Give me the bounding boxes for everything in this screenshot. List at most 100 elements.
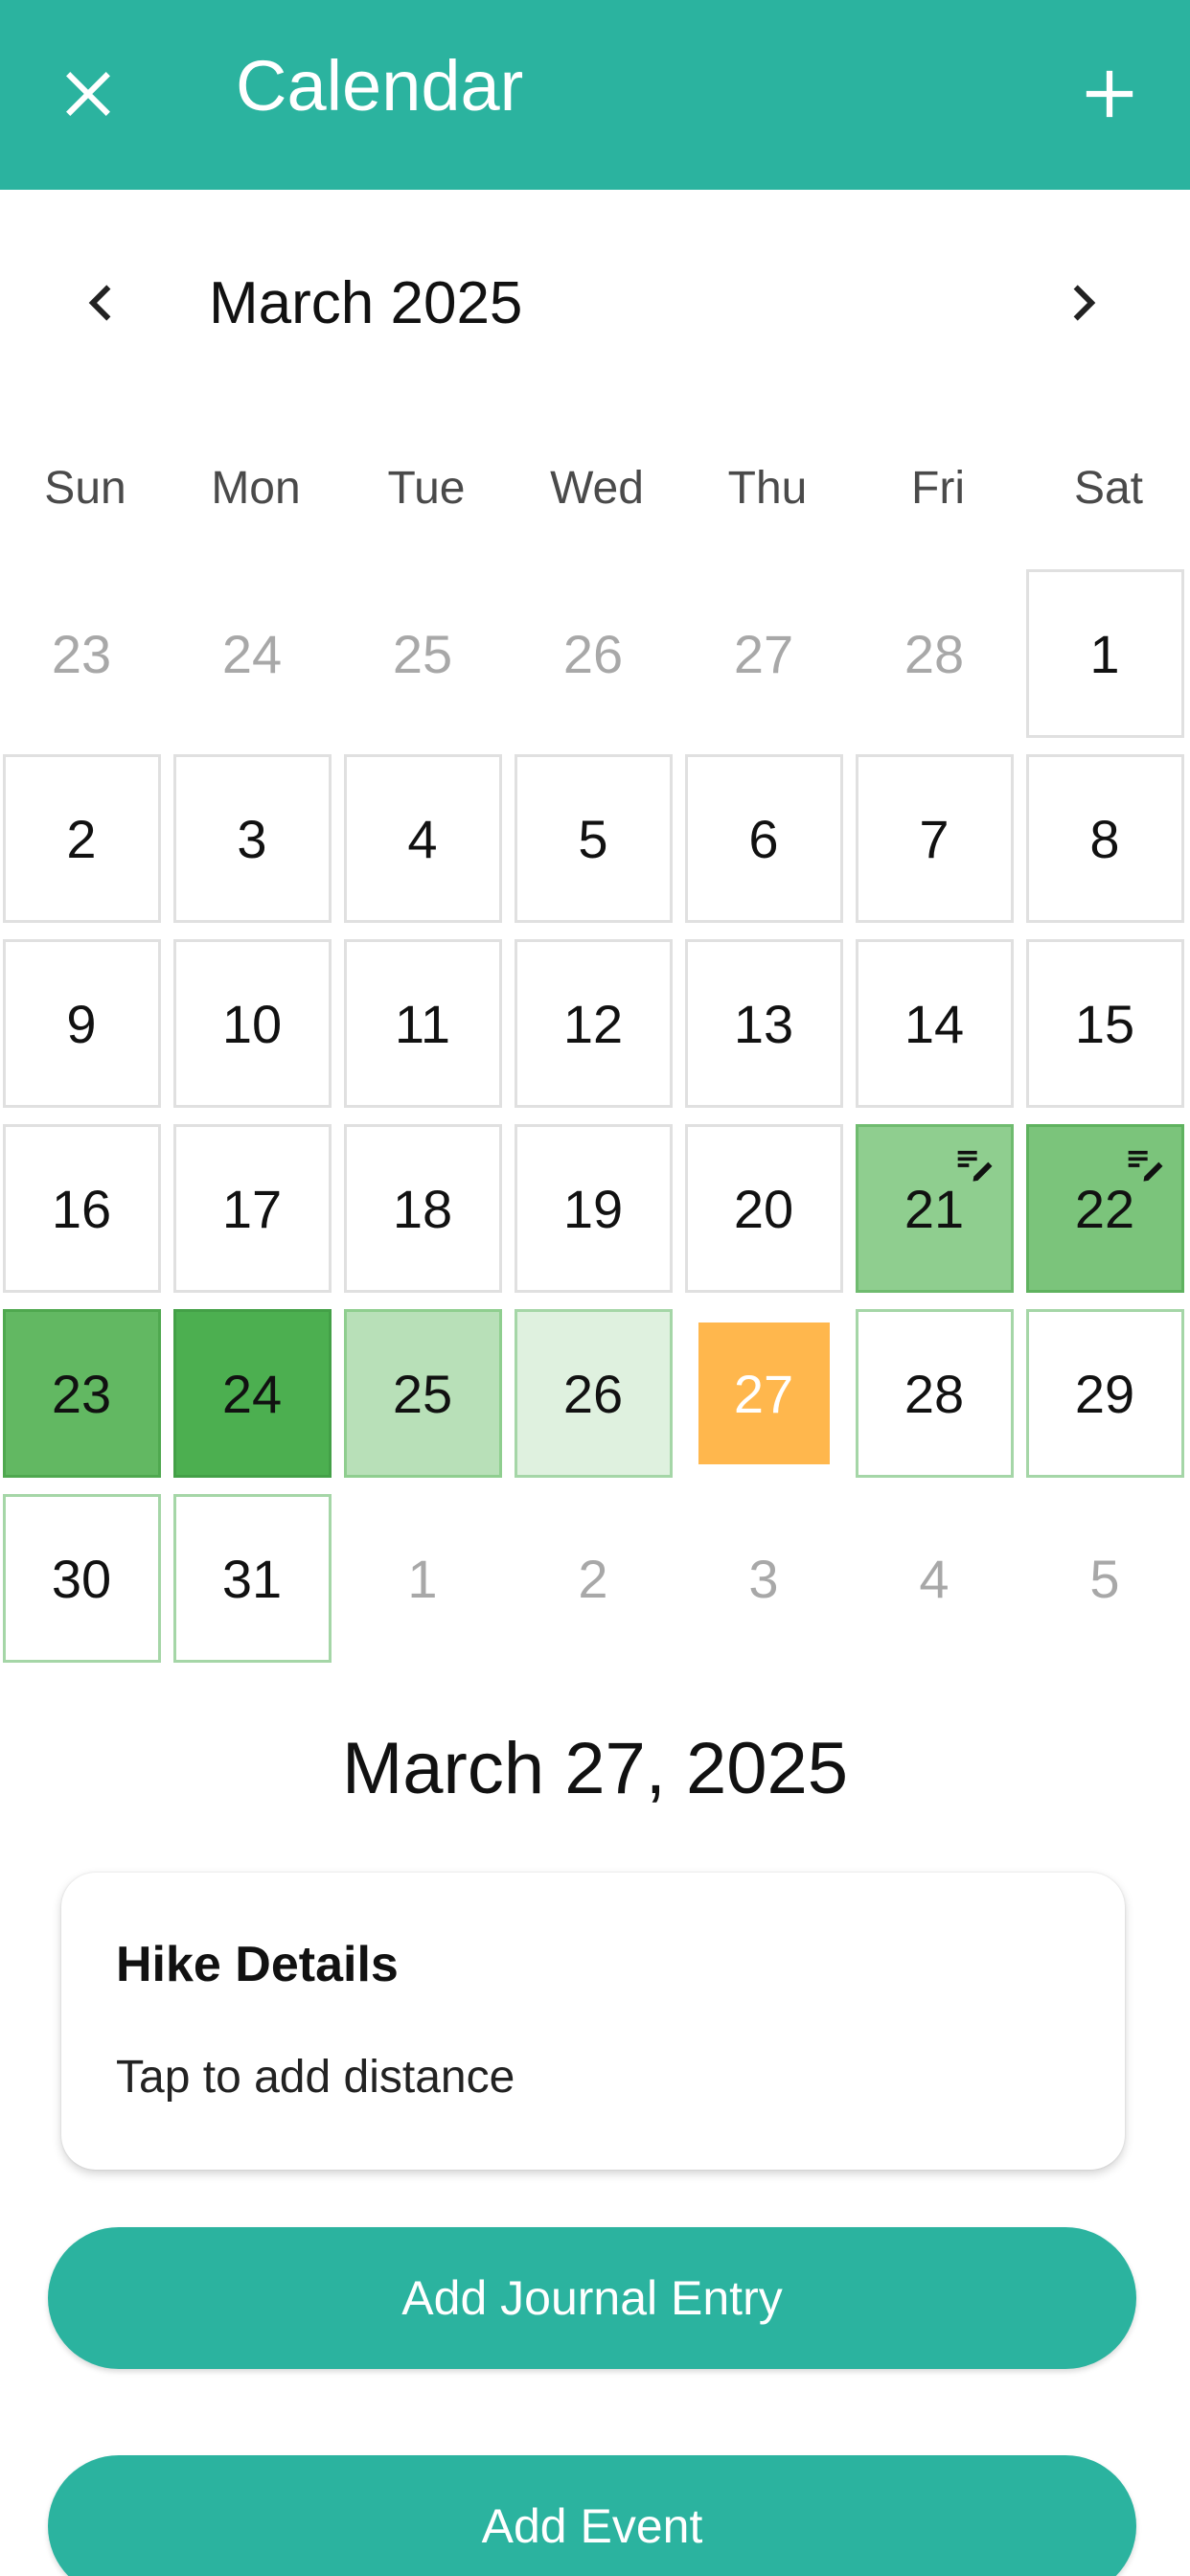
calendar-day[interactable]: 6 (684, 754, 843, 923)
day-number: 26 (562, 1363, 624, 1424)
calendar-day[interactable]: 29 (1025, 1309, 1184, 1478)
day-number: 25 (392, 623, 453, 684)
calendar-day-outside: 25 (344, 569, 502, 738)
calendar-day[interactable]: 1 (1025, 569, 1184, 738)
calendar-day-outside: 1 (344, 1494, 502, 1663)
calendar-day[interactable]: 11 (343, 939, 502, 1108)
weekday-label-mon: Mon (211, 463, 301, 514)
day-number: 23 (51, 623, 112, 684)
calendar-day[interactable]: 17 (172, 1124, 332, 1293)
calendar-day[interactable]: 7 (855, 754, 1014, 923)
day-number: 21 (904, 1178, 965, 1239)
previous-month-button[interactable] (63, 264, 140, 341)
calendar-day-outside: 24 (173, 569, 332, 738)
calendar-day[interactable]: 24 (172, 1309, 332, 1478)
day-number: 19 (562, 1178, 624, 1239)
day-number: 27 (733, 623, 794, 684)
add-journal-entry-button[interactable]: Add Journal Entry (48, 2227, 1136, 2369)
calendar-day-outside: 27 (685, 569, 843, 738)
edit-note-icon (1128, 1150, 1162, 1182)
calendar-day[interactable]: 10 (172, 939, 332, 1108)
day-number: 5 (1089, 1548, 1120, 1609)
calendar-day[interactable]: 14 (855, 939, 1014, 1108)
weekday-label-sat: Sat (1073, 463, 1144, 514)
calendar-day[interactable]: 9 (2, 939, 161, 1108)
calendar-day[interactable]: 12 (514, 939, 673, 1108)
calendar-day[interactable]: 22 (1025, 1124, 1184, 1293)
day-number: 1 (1089, 623, 1120, 684)
day-number: 26 (562, 623, 624, 684)
day-number: 16 (51, 1178, 112, 1239)
weekday-label-sun: Sun (44, 463, 126, 514)
calendar-day[interactable]: 15 (1025, 939, 1184, 1108)
day-number: 28 (904, 1363, 965, 1424)
calendar-day[interactable]: 21 (855, 1124, 1014, 1293)
day-number: 9 (66, 993, 97, 1054)
day-number: 17 (221, 1178, 283, 1239)
day-number: 12 (562, 993, 624, 1054)
day-number: 11 (394, 993, 451, 1054)
hike-details-subtitle: Tap to add distance (116, 2052, 515, 2103)
chevron-right-icon (1073, 285, 1096, 321)
day-number: 15 (1074, 993, 1135, 1054)
calendar-day[interactable]: 20 (684, 1124, 843, 1293)
day-number: 6 (748, 808, 779, 869)
weekday-label-fri: Fri (911, 463, 965, 514)
calendar-day[interactable]: 25 (343, 1309, 502, 1478)
day-number: 7 (919, 808, 950, 869)
calendar-day[interactable]: 18 (343, 1124, 502, 1293)
calendar-day[interactable]: 5 (514, 754, 673, 923)
month-label: March 2025 (209, 270, 523, 336)
day-number: 4 (919, 1548, 950, 1609)
day-number: 24 (221, 1363, 283, 1424)
calendar-day-outside: 5 (1026, 1494, 1184, 1663)
day-number: 28 (904, 623, 965, 684)
calendar-day[interactable]: 8 (1025, 754, 1184, 923)
calendar-day[interactable]: 19 (514, 1124, 673, 1293)
day-number: 24 (221, 623, 283, 684)
day-number: 30 (51, 1548, 112, 1609)
day-number: 2 (66, 808, 97, 869)
chevron-left-icon (88, 285, 111, 321)
add-event-button[interactable]: Add Event (48, 2455, 1136, 2576)
calendar-day[interactable]: 4 (343, 754, 502, 923)
calendar-day[interactable]: 13 (684, 939, 843, 1108)
day-number: 3 (748, 1548, 779, 1609)
weekday-label-thu: Thu (727, 463, 808, 514)
hike-details-card[interactable]: Hike Details Tap to add distance (61, 1873, 1125, 2170)
day-number: 29 (1074, 1363, 1135, 1424)
calendar-day[interactable]: 16 (2, 1124, 161, 1293)
calendar-day[interactable]: 23 (2, 1309, 161, 1478)
calendar-day-outside: 3 (685, 1494, 843, 1663)
calendar-day[interactable]: 26 (514, 1309, 673, 1478)
hike-details-title: Hike Details (116, 1937, 399, 1992)
calendar-day[interactable]: 3 (172, 754, 332, 923)
day-number: 2 (578, 1548, 608, 1609)
day-number: 27 (733, 1363, 794, 1424)
day-number: 8 (1089, 808, 1120, 869)
calendar-day-outside: 26 (515, 569, 673, 738)
calendar-day[interactable]: 30 (2, 1494, 161, 1663)
add-button[interactable] (1071, 56, 1148, 132)
plus-icon (1086, 70, 1133, 118)
day-number: 5 (578, 808, 608, 869)
day-number: 20 (733, 1178, 794, 1239)
calendar-day[interactable]: 28 (855, 1309, 1014, 1478)
calendar-day-selected[interactable]: 27 (685, 1309, 843, 1478)
day-number: 1 (407, 1548, 438, 1609)
weekday-label-tue: Tue (387, 463, 466, 514)
selected-date-heading: March 27, 2025 (341, 1728, 849, 1809)
day-number: 22 (1074, 1178, 1135, 1239)
day-number: 23 (51, 1363, 112, 1424)
edit-note-icon (957, 1150, 992, 1182)
app-bar: Calendar (0, 0, 1190, 190)
calendar-day[interactable]: 2 (2, 754, 161, 923)
next-month-button[interactable] (1044, 264, 1121, 341)
calendar-day-outside: 23 (3, 569, 161, 738)
calendar-day-outside: 4 (856, 1494, 1014, 1663)
page-title: Calendar (236, 46, 524, 126)
day-number: 13 (733, 993, 794, 1054)
calendar-day-outside: 28 (856, 569, 1014, 738)
calendar-day[interactable]: 31 (172, 1494, 332, 1663)
close-button[interactable] (50, 56, 126, 132)
